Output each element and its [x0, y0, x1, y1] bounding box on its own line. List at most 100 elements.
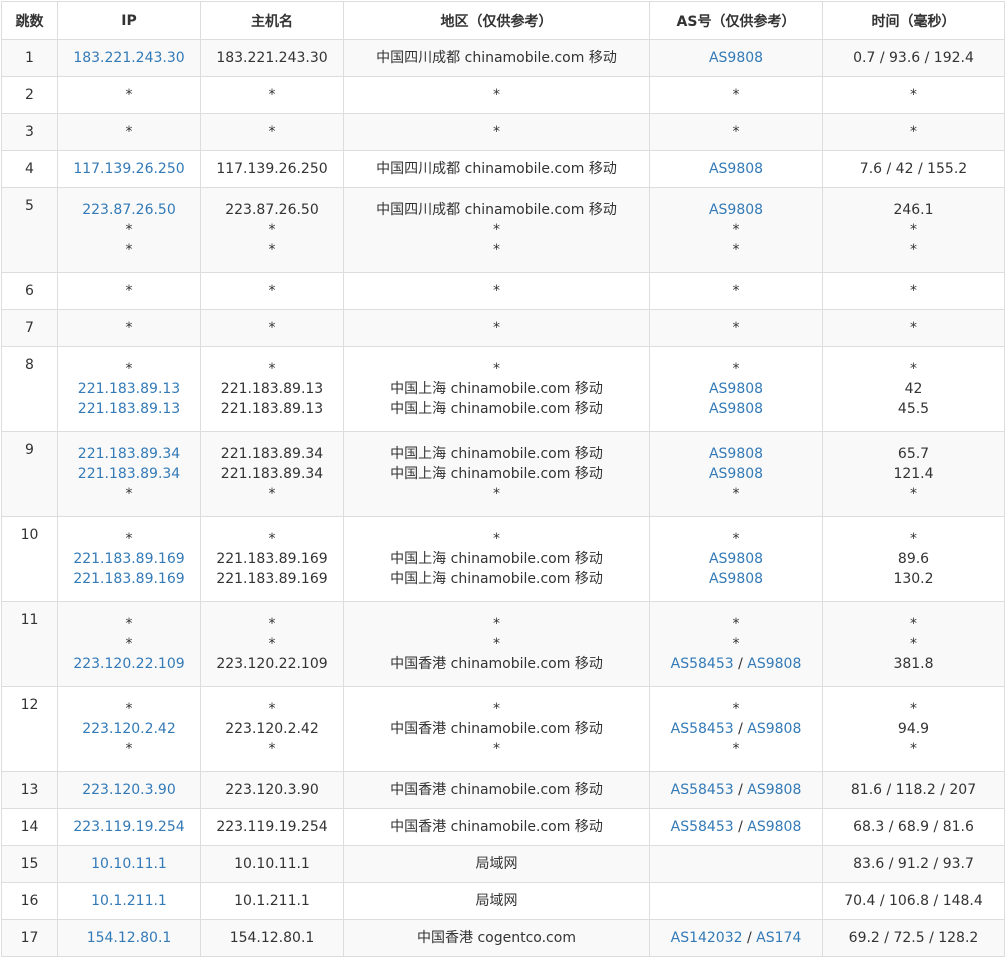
as-link[interactable]: AS58453	[671, 819, 734, 835]
as-link[interactable]: AS9808	[747, 819, 801, 835]
cell-line: *	[201, 281, 343, 301]
as-link[interactable]: AS9808	[709, 161, 763, 177]
cell-line: 130.2	[823, 569, 1004, 589]
time-text: 81.6 / 118.2 / 207	[850, 782, 977, 798]
cell-region: 中国四川成都 chinamobile.com 移动	[343, 39, 650, 77]
ip-link[interactable]: 221.183.89.34	[78, 446, 180, 462]
hostname-text: 223.120.22.109	[216, 656, 328, 672]
cell-line: *	[344, 359, 649, 379]
cell-line: AS9808	[650, 464, 822, 484]
ip-link[interactable]: 223.119.19.254	[73, 819, 184, 835]
time-text: 130.2	[893, 571, 934, 587]
ip-link[interactable]: 223.120.22.109	[73, 656, 184, 672]
ip-link[interactable]: 10.10.11.1	[91, 856, 167, 872]
as-link[interactable]: AS9808	[709, 551, 763, 567]
timeout-marker: *	[732, 486, 740, 502]
cell-line: 81.6 / 118.2 / 207	[823, 780, 1004, 800]
as-link[interactable]: AS9808	[709, 381, 763, 397]
timeout-marker: *	[125, 361, 133, 377]
cell-line: 局域网	[344, 854, 649, 874]
ip-link[interactable]: 221.183.89.34	[78, 466, 180, 482]
ip-link[interactable]: 221.183.89.169	[73, 571, 184, 587]
cell-line: *	[823, 699, 1004, 719]
cell-hostname: * * 223.120.22.109	[200, 601, 344, 687]
as-link[interactable]: AS58453	[671, 721, 734, 737]
ip-link[interactable]: 183.221.243.30	[73, 50, 184, 66]
cell-line: 221.183.89.34	[201, 464, 343, 484]
cell-line: 154.12.80.1	[201, 928, 343, 948]
cell-line: 中国上海 chinamobile.com 移动	[344, 379, 649, 399]
cell-line: *	[344, 240, 649, 260]
ip-link[interactable]: 154.12.80.1	[87, 930, 172, 946]
cell-hop: 6	[1, 272, 58, 310]
cell-ip: 10.1.211.1	[57, 882, 201, 920]
hostname-text: 117.139.26.250	[216, 161, 328, 177]
region-text: 中国四川成都 chinamobile.com 移动	[376, 202, 617, 218]
hostname-text: *	[268, 361, 276, 377]
cell-line: *	[650, 484, 822, 504]
cell-hostname: 223.119.19.254	[200, 808, 344, 846]
as-link[interactable]: AS9808	[747, 782, 801, 798]
cell-line: *	[58, 614, 200, 634]
as-link[interactable]: AS9808	[709, 202, 763, 218]
time-text: 381.8	[893, 656, 934, 672]
cell-time: 69.2 / 72.5 / 128.2	[822, 919, 1005, 957]
cell-ip: 117.139.26.250	[57, 150, 201, 188]
as-link[interactable]: AS58453	[671, 782, 734, 798]
as-link[interactable]: AS9808	[747, 721, 801, 737]
cell-hostname: *	[200, 309, 344, 347]
cell-line: *	[201, 359, 343, 379]
table-row: 11 * * 223.120.22.109 * * 223.120.22.109 * * 中国香港…	[1, 601, 1005, 687]
cell-ip: 223.87.26.50 * *	[57, 187, 201, 273]
cell-region: *	[343, 309, 650, 347]
ip-link[interactable]: 117.139.26.250	[73, 161, 184, 177]
time-text: 121.4	[893, 466, 934, 482]
cell-line: AS9808	[650, 569, 822, 589]
ip-link[interactable]: 221.183.89.169	[73, 551, 184, 567]
as-link[interactable]: AS9808	[709, 50, 763, 66]
ip-link[interactable]: 221.183.89.13	[78, 401, 180, 417]
time-text: *	[910, 616, 917, 632]
as-link[interactable]: AS174	[756, 930, 801, 946]
region-text: 中国香港 cogentco.com	[417, 930, 576, 946]
cell-line: *	[650, 85, 822, 105]
timeout-marker: *	[125, 283, 133, 299]
as-link[interactable]: AS142032	[671, 930, 743, 946]
time-text: *	[910, 87, 917, 103]
as-separator: /	[733, 819, 748, 835]
cell-hostname: * 221.183.89.169 221.183.89.169	[200, 516, 344, 602]
ip-link[interactable]: 10.1.211.1	[91, 893, 167, 909]
hostname-text: *	[268, 486, 276, 502]
cell-line: 0.7 / 93.6 / 192.4	[823, 48, 1004, 68]
cell-line: AS9808	[650, 200, 822, 220]
cell-line: 中国香港 cogentco.com	[344, 928, 649, 948]
cell-line: *	[823, 318, 1004, 338]
cell-hop: 2	[1, 76, 58, 114]
as-link[interactable]: AS9808	[709, 401, 763, 417]
cell-as: *	[649, 113, 823, 151]
cell-line: *	[650, 739, 822, 759]
as-link[interactable]: AS58453	[671, 656, 734, 672]
as-link[interactable]: AS9808	[709, 466, 763, 482]
as-link[interactable]: AS9808	[709, 571, 763, 587]
cell-hostname: 223.120.3.90	[200, 771, 344, 809]
cell-region: 中国四川成都 chinamobile.com 移动	[343, 150, 650, 188]
ip-link[interactable]: 223.87.26.50	[82, 202, 176, 218]
cell-region: *	[343, 76, 650, 114]
cell-line: 221.183.89.13	[201, 399, 343, 419]
as-link[interactable]: AS9808	[709, 446, 763, 462]
cell-ip: * * 223.120.22.109	[57, 601, 201, 687]
ip-link[interactable]: 223.120.2.42	[82, 721, 176, 737]
cell-time: 83.6 / 91.2 / 93.7	[822, 845, 1005, 883]
cell-line: *	[201, 634, 343, 654]
ip-link[interactable]: 221.183.89.13	[78, 381, 180, 397]
cell-line: AS9808	[650, 399, 822, 419]
time-text: 83.6 / 91.2 / 93.7	[853, 856, 974, 872]
hostname-text: 223.119.19.254	[216, 819, 328, 835]
ip-link[interactable]: 223.120.3.90	[82, 782, 176, 798]
cell-line	[650, 854, 822, 874]
as-link[interactable]: AS9808	[747, 656, 801, 672]
cell-time: * * 381.8	[822, 601, 1005, 687]
cell-line: *	[823, 220, 1004, 240]
region-text: 中国上海 chinamobile.com 移动	[390, 551, 603, 567]
